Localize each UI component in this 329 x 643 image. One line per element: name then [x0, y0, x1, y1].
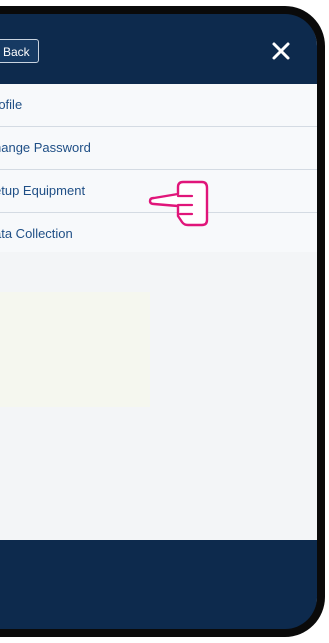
app-screen: Back rofile hange Password etup Equipmen…: [0, 12, 317, 632]
settings-menu: rofile hange Password etup Equipment ata…: [0, 84, 317, 256]
close-icon[interactable]: [268, 38, 294, 64]
background-panel: [0, 292, 150, 407]
footer-bar: [0, 540, 317, 632]
pointing-hand-icon: [148, 180, 209, 227]
menu-item-profile[interactable]: rofile: [0, 84, 317, 127]
header-bar: Back: [0, 12, 317, 84]
content-area: [0, 252, 317, 572]
menu-item-change-password[interactable]: hange Password: [0, 127, 317, 170]
device: Back rofile hange Password etup Equipmen…: [0, 0, 329, 643]
back-button[interactable]: Back: [0, 39, 39, 63]
